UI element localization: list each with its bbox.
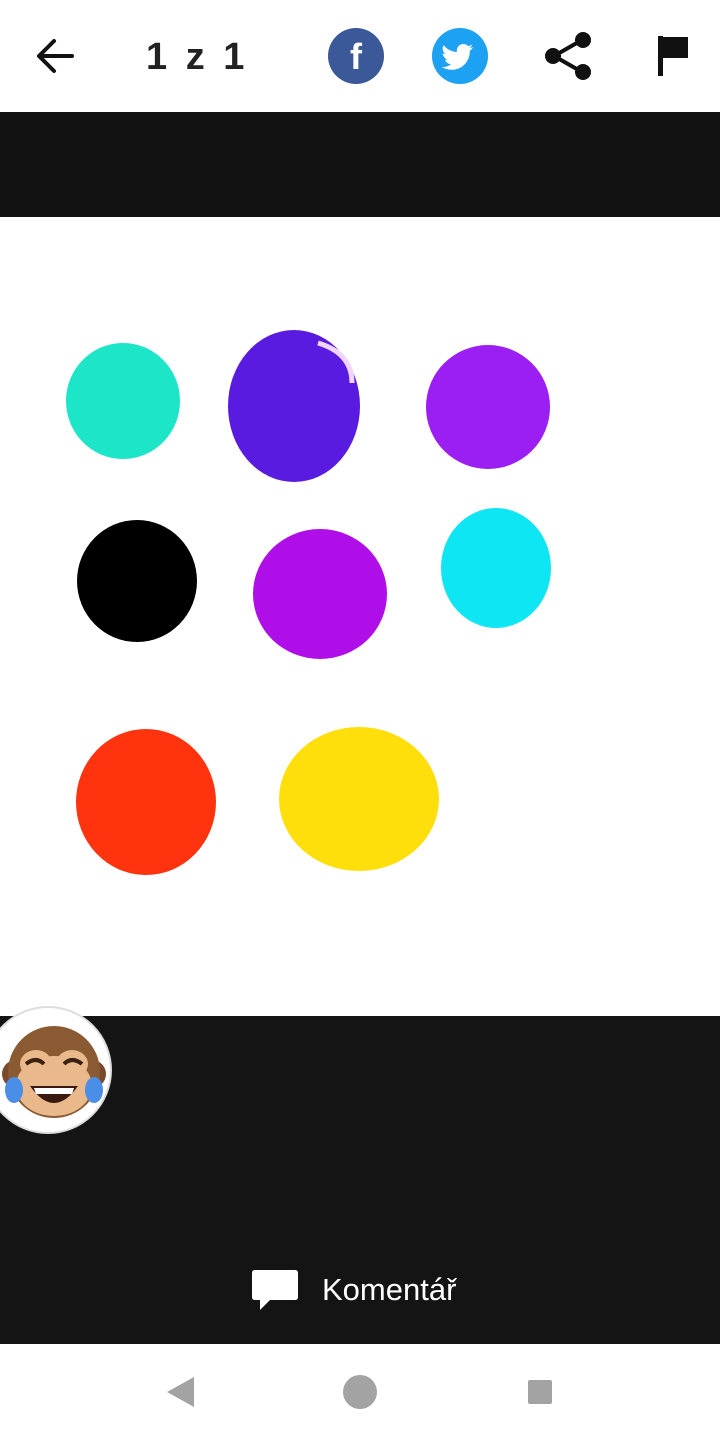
cyan-dot xyxy=(441,508,551,628)
arrow-left-icon xyxy=(37,39,74,73)
facebook-icon: f xyxy=(328,28,384,84)
nav-home-button[interactable] xyxy=(343,1375,377,1409)
content-image xyxy=(0,217,720,1016)
image-top-band xyxy=(0,112,720,217)
share-icon xyxy=(545,32,591,80)
facebook-share-button[interactable]: f xyxy=(328,28,384,84)
comment-label: Komentář xyxy=(322,1272,457,1307)
yellow-dot xyxy=(279,727,439,871)
page-counter: 1 z 1 xyxy=(146,36,249,78)
nav-back-icon xyxy=(167,1377,194,1407)
twitter-share-button[interactable] xyxy=(432,28,488,84)
purple-dot xyxy=(253,529,387,659)
twitter-icon xyxy=(432,28,488,84)
top-app-bar: 1 z 1 f xyxy=(0,0,720,112)
violet-dot xyxy=(426,345,550,469)
laughing-monkey-emoji-icon xyxy=(0,1008,110,1132)
nav-back-button[interactable] xyxy=(164,1375,196,1409)
black-dot xyxy=(77,520,197,642)
svg-text:f: f xyxy=(350,36,363,77)
color-dots-image xyxy=(66,330,551,875)
teal-dot xyxy=(66,343,180,459)
nav-recent-button[interactable] xyxy=(528,1380,552,1404)
report-button[interactable] xyxy=(650,30,694,82)
comment-button[interactable]: Komentář xyxy=(250,1262,490,1318)
red-dot xyxy=(76,729,216,875)
flag-icon xyxy=(658,36,688,76)
comment-icon xyxy=(252,1270,298,1310)
back-button[interactable] xyxy=(28,30,84,82)
share-button[interactable] xyxy=(540,30,596,82)
